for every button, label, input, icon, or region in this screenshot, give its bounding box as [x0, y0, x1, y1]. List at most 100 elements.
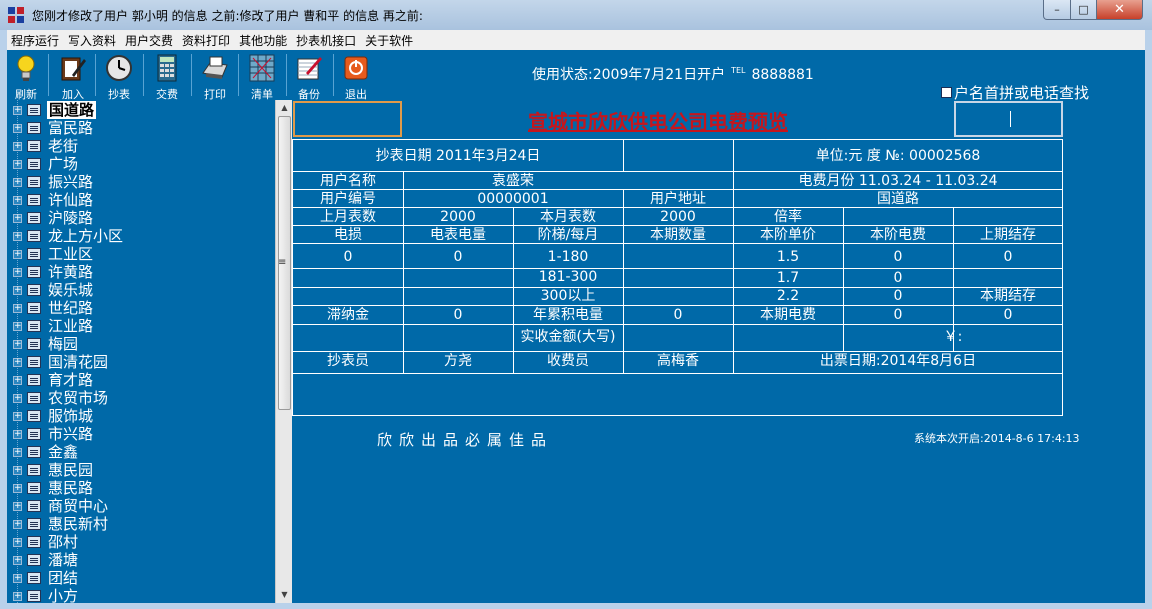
add-button[interactable]: 加入: [54, 52, 92, 101]
expand-plus-icon[interactable]: +: [13, 339, 22, 349]
lightbulb-icon: [17, 55, 35, 81]
toolbar-separator: [143, 54, 144, 96]
expand-plus-icon[interactable]: +: [13, 177, 22, 187]
close-button[interactable]: ✕: [1096, 0, 1143, 20]
minimize-button[interactable]: –: [1043, 0, 1071, 20]
tree-item[interactable]: + 许仙路: [7, 191, 275, 209]
tree-item[interactable]: + 农贸市场: [7, 389, 275, 407]
tree-item[interactable]: + 工业区: [7, 245, 275, 263]
pay-button[interactable]: 交费: [148, 52, 186, 101]
expand-plus-icon[interactable]: +: [13, 249, 22, 259]
bill-table: 抄表日期 2011年3月24日 单位:元 度 №: 00002568 用户名称 …: [292, 139, 1063, 416]
backup-button[interactable]: 备份: [290, 52, 328, 101]
expand-plus-icon[interactable]: +: [13, 357, 22, 367]
menu-write-data[interactable]: 写入资料: [64, 32, 120, 49]
scroll-down-icon[interactable]: ▼: [276, 587, 293, 603]
expand-plus-icon[interactable]: +: [13, 411, 22, 421]
menu-user-payment[interactable]: 用户交费: [121, 32, 177, 49]
tree-item[interactable]: + 惠民路: [7, 479, 275, 497]
expand-plus-icon[interactable]: +: [13, 447, 22, 457]
expand-plus-icon[interactable]: +: [13, 141, 22, 151]
tree-scrollbar[interactable]: ▲ ▼: [275, 100, 292, 603]
refresh-button[interactable]: 刷新: [7, 52, 45, 101]
maximize-button[interactable]: □: [1070, 0, 1097, 20]
menu-print-data[interactable]: 资料打印: [178, 32, 234, 49]
exit-button[interactable]: 退出: [337, 52, 375, 101]
tree-item[interactable]: + 邵村: [7, 533, 275, 551]
splitter-grip-icon[interactable]: ≡: [278, 257, 292, 268]
tree-item[interactable]: + 振兴路: [7, 173, 275, 191]
tree-item[interactable]: + 沪陵路: [7, 209, 275, 227]
bill-preview-panel: 宣城市欣欣供电公司电费预览 抄表日期 2011年3月24日 单位:元 度 №: …: [292, 100, 1145, 603]
tree-item[interactable]: + 许黄路: [7, 263, 275, 281]
menu-other-functions[interactable]: 其他功能: [235, 32, 291, 49]
expand-plus-icon[interactable]: +: [13, 429, 22, 439]
last-reading-label: 上月表数: [320, 209, 376, 225]
tree-item[interactable]: + 梅园: [7, 335, 275, 353]
tree-item[interactable]: + 广场: [7, 155, 275, 173]
expand-plus-icon[interactable]: +: [13, 303, 22, 313]
expand-plus-icon[interactable]: +: [13, 375, 22, 385]
expand-plus-icon[interactable]: +: [13, 483, 22, 493]
expand-plus-icon[interactable]: +: [13, 213, 22, 223]
tree-item[interactable]: + 国清花园: [7, 353, 275, 371]
folder-grid-icon: [27, 500, 41, 512]
tree-item[interactable]: + 世纪路: [7, 299, 275, 317]
print-button[interactable]: 打印: [196, 52, 234, 101]
tree-item-label: 富民路: [48, 119, 94, 137]
list-button[interactable]: 清单: [243, 52, 281, 101]
expand-plus-icon[interactable]: +: [13, 159, 22, 169]
tree-item[interactable]: + 小方: [7, 587, 275, 603]
tree-item[interactable]: + 国道路: [7, 101, 275, 119]
table-rule: [293, 324, 1063, 325]
exit-icon: [344, 56, 368, 80]
menu-meter-interface[interactable]: 抄表机接口: [292, 32, 360, 49]
expand-plus-icon[interactable]: +: [13, 123, 22, 133]
menu-program-run[interactable]: 程序运行: [7, 32, 63, 49]
address-label: 用户地址: [650, 191, 706, 207]
expand-plus-icon[interactable]: +: [13, 393, 22, 403]
tree-item[interactable]: + 龙上方小区: [7, 227, 275, 245]
tree-item[interactable]: + 老街: [7, 137, 275, 155]
tree-item[interactable]: + 娱乐城: [7, 281, 275, 299]
expand-plus-icon[interactable]: +: [13, 555, 22, 565]
tree-item[interactable]: + 商贸中心: [7, 497, 275, 515]
expand-plus-icon[interactable]: +: [13, 591, 22, 601]
expand-plus-icon[interactable]: +: [13, 321, 22, 331]
current-balance-label: 本期结存: [980, 288, 1036, 304]
reader-label: 抄表员: [327, 353, 369, 369]
scroll-up-icon[interactable]: ▲: [276, 100, 293, 116]
r1-meter: 0: [453, 249, 463, 265]
tree-item[interactable]: + 团结: [7, 569, 275, 587]
expand-plus-icon[interactable]: +: [13, 105, 22, 115]
tree-item[interactable]: + 江业路: [7, 317, 275, 335]
tree-item[interactable]: + 育才路: [7, 371, 275, 389]
read-meter-button[interactable]: 抄表: [100, 52, 138, 101]
tree-item[interactable]: + 潘塘: [7, 551, 275, 569]
expand-plus-icon[interactable]: +: [13, 465, 22, 475]
tree-item[interactable]: + 金鑫: [7, 443, 275, 461]
folder-grid-icon: [27, 122, 41, 134]
reader: 方尧: [444, 353, 472, 369]
tree-item[interactable]: + 富民路: [7, 119, 275, 137]
expand-plus-icon[interactable]: +: [13, 537, 22, 547]
expand-plus-icon[interactable]: +: [13, 285, 22, 295]
tree-item[interactable]: + 惠民园: [7, 461, 275, 479]
tree-item[interactable]: + 服饰城: [7, 407, 275, 425]
user-no: 00000001: [477, 191, 549, 207]
expand-plus-icon[interactable]: +: [13, 501, 22, 511]
expand-plus-icon[interactable]: +: [13, 267, 22, 277]
expand-plus-icon[interactable]: +: [13, 231, 22, 241]
folder-grid-icon: [27, 104, 41, 116]
expand-plus-icon[interactable]: +: [13, 573, 22, 583]
expand-plus-icon[interactable]: +: [13, 195, 22, 205]
col-meter-usage: 电表电量: [430, 227, 486, 243]
menu-about[interactable]: 关于软件: [361, 32, 417, 49]
search-input-box[interactable]: [954, 101, 1063, 137]
tree-item[interactable]: + 市兴路: [7, 425, 275, 443]
r2-price: 1.7: [776, 270, 800, 286]
tree-item[interactable]: + 惠民新村: [7, 515, 275, 533]
tree-item-label: 广场: [48, 155, 79, 173]
expand-plus-icon[interactable]: +: [13, 519, 22, 529]
checkbox-box[interactable]: [941, 87, 952, 98]
